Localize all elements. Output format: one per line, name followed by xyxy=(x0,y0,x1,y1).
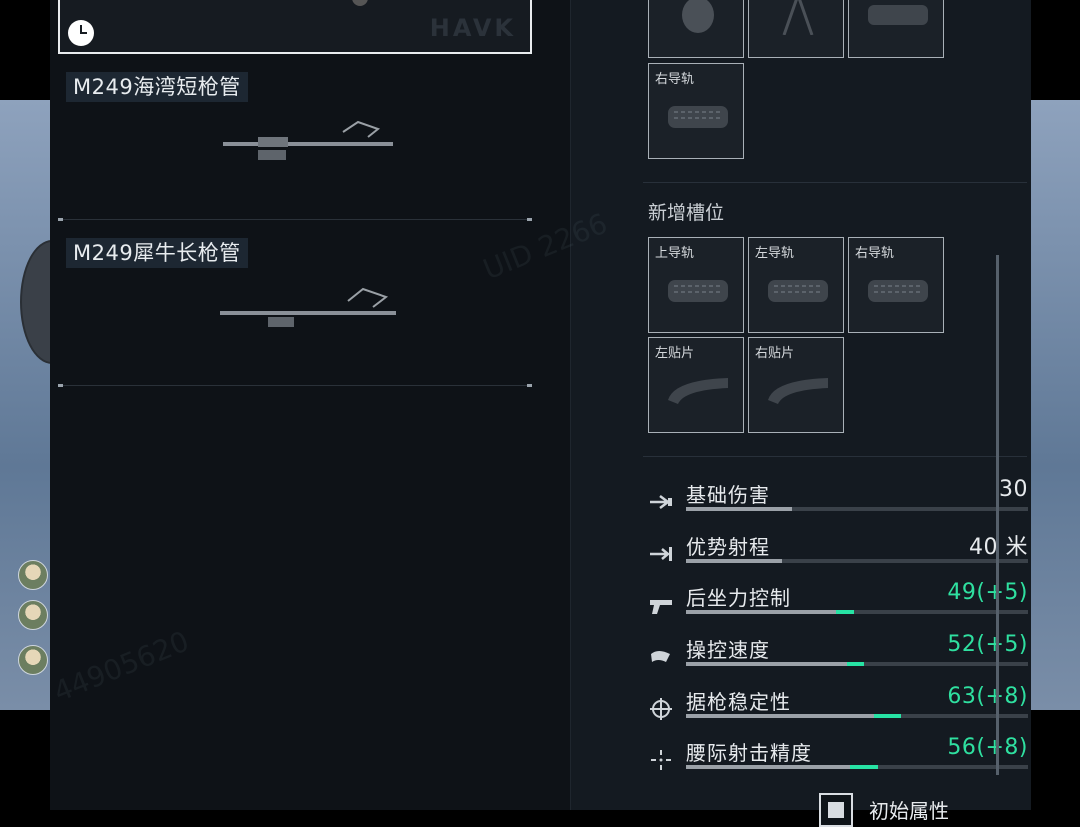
rail-icon xyxy=(668,280,728,302)
background-scene-right xyxy=(1030,100,1080,710)
bipod-icon xyxy=(782,0,814,35)
slot-top-rail[interactable]: 上导轨 xyxy=(648,237,744,333)
stat-bar xyxy=(686,662,1028,666)
rail-icon xyxy=(668,106,728,128)
barrel-image xyxy=(220,287,396,327)
attachment-slot[interactable] xyxy=(848,0,944,58)
card-divider xyxy=(58,218,532,221)
right-rail-slot[interactable]: 右导轨 xyxy=(648,63,744,159)
barrel-list: HAVK M249海湾短枪管 M249犀牛长枪管 xyxy=(50,0,570,810)
attachment-panel: 右导轨 新增槽位 上导轨 左导轨 右导轨 左贴片 右贴片 基础伤害 30 优势射… xyxy=(570,0,1031,827)
weapon-image xyxy=(352,0,368,6)
handling-icon xyxy=(646,642,676,672)
pad-icon xyxy=(668,378,728,404)
squad-avatar xyxy=(18,600,48,630)
weapon-modification-panel: HAVK M249海湾短枪管 M249犀牛长枪管 右导轨 新增槽位 上导轨 左导… xyxy=(49,0,1031,827)
hipfire-icon xyxy=(646,745,676,775)
damage-icon xyxy=(646,487,676,517)
clock-icon xyxy=(68,20,94,46)
attachment-slot[interactable] xyxy=(748,0,844,58)
weapon-card[interactable]: M249海湾短枪管 xyxy=(58,72,532,221)
stat-row-aim-stability: 据枪稳定性 63(+8) xyxy=(646,684,1028,732)
stability-icon xyxy=(646,694,676,724)
weapon-name: M249犀牛长枪管 xyxy=(66,238,248,268)
attachment-slot[interactable] xyxy=(648,0,744,58)
stat-bar xyxy=(686,507,1028,511)
scrollbar[interactable] xyxy=(996,255,999,775)
stat-bar xyxy=(686,559,1028,563)
weapon-card[interactable]: M249犀牛长枪管 xyxy=(58,238,532,387)
section-divider xyxy=(643,182,1027,183)
squad-avatar xyxy=(18,645,48,675)
squad-avatar xyxy=(18,560,48,590)
stat-row-hipfire-accuracy: 腰际射击精度 56(+8) xyxy=(646,735,1028,783)
slot-left-pad[interactable]: 左贴片 xyxy=(648,337,744,433)
stat-row-handling-speed: 操控速度 52(+5) xyxy=(646,632,1028,680)
rail-icon xyxy=(868,5,928,25)
rail-icon xyxy=(768,280,828,302)
weapon-name: M249海湾短枪管 xyxy=(66,72,248,102)
new-slots-title: 新增槽位 xyxy=(648,202,725,224)
rail-icon xyxy=(868,280,928,302)
recoil-icon xyxy=(646,590,676,620)
slot-right-rail[interactable]: 右导轨 xyxy=(848,237,944,333)
grip-icon xyxy=(682,0,714,33)
background-scene-left xyxy=(0,100,84,710)
selected-weapon-card[interactable]: HAVK xyxy=(58,0,532,54)
section-divider xyxy=(643,456,1027,457)
stat-row-effective-range: 优势射程 40 米 xyxy=(646,529,1028,577)
stat-row-recoil-control: 后坐力控制 49(+5) xyxy=(646,580,1028,628)
stat-row-base-damage: 基础伤害 30 xyxy=(646,477,1028,525)
stat-bar xyxy=(686,714,1028,718)
slot-right-pad[interactable]: 右贴片 xyxy=(748,337,844,433)
range-icon xyxy=(646,539,676,569)
stat-bar xyxy=(686,765,1028,769)
brand-logo: HAVK xyxy=(429,14,516,42)
stat-bar xyxy=(686,610,1028,614)
card-divider xyxy=(58,384,532,387)
initial-attributes-checkbox[interactable] xyxy=(819,793,853,827)
barrel-image xyxy=(223,120,393,160)
slot-left-rail[interactable]: 左导轨 xyxy=(748,237,844,333)
pad-icon xyxy=(768,378,828,404)
